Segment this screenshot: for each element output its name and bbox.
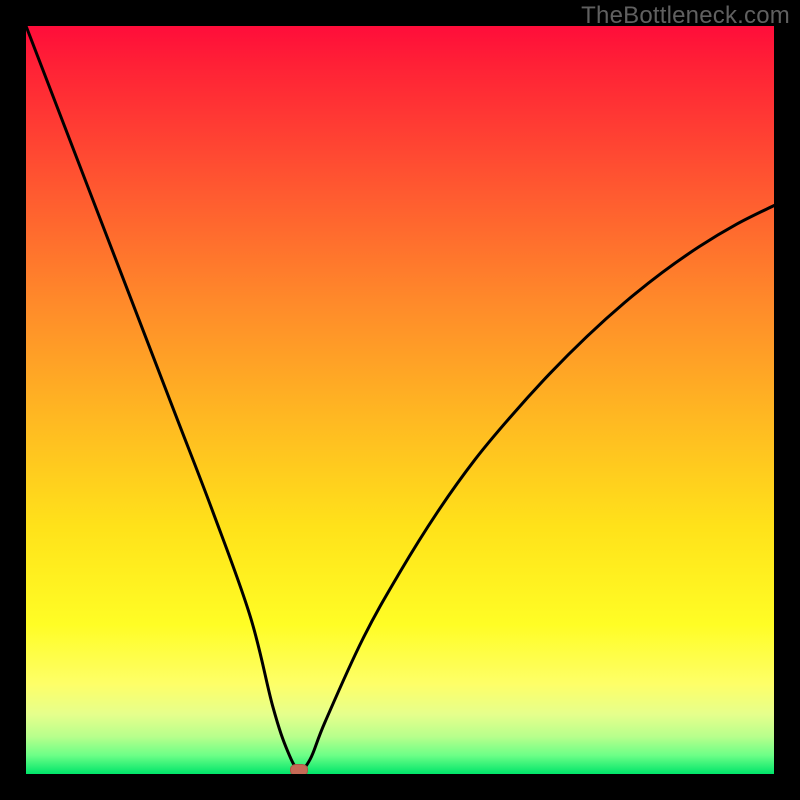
watermark-text: TheBottleneck.com [581, 2, 790, 30]
plot-area [26, 26, 774, 774]
bottleneck-curve [26, 26, 774, 774]
optimal-marker [290, 764, 308, 775]
chart-frame: TheBottleneck.com [0, 0, 800, 800]
